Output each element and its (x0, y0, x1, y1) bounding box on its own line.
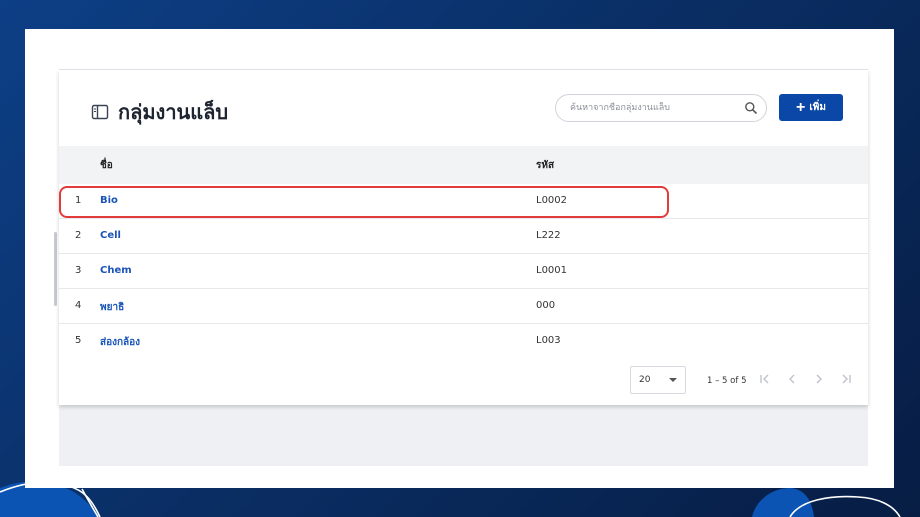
table-header: ชื่อ รหัส (59, 146, 868, 184)
sidebar-panel-icon (91, 103, 109, 121)
pagination-range: 1 – 5 of 5 (707, 376, 747, 386)
table-row[interactable]: 2 Cell L222 (59, 219, 868, 254)
search-icon[interactable] (744, 101, 758, 115)
row-name-link[interactable]: Bio (100, 195, 118, 206)
caret-down-icon (669, 378, 677, 382)
row-code: L003 (536, 335, 561, 346)
lab-group-card: กลุ่มงานแล็บ + เพิ่ม ชื่อ รหัส 1 Bio L00 (59, 70, 868, 405)
row-name-link[interactable]: พยาธิ (100, 300, 124, 315)
table-row[interactable]: 4 พยาธิ 000 (59, 289, 868, 324)
row-code: L0002 (536, 195, 568, 206)
add-lab-group-button[interactable]: + เพิ่ม (779, 94, 843, 121)
column-header-name[interactable]: ชื่อ (100, 158, 113, 173)
table-body: 1 Bio L0002 2 Cell L222 3 Chem L0001 4 พ… (59, 184, 868, 358)
row-code: L222 (536, 230, 561, 241)
row-code: 000 (536, 300, 556, 311)
page-size-value: 20 (639, 375, 651, 385)
lab-group-page: กลุ่มงานแล็บ + เพิ่ม ชื่อ รหัส 1 Bio L00 (59, 69, 868, 466)
first-page-icon[interactable] (757, 371, 773, 387)
plus-icon: + (796, 98, 806, 116)
search-box[interactable] (555, 94, 767, 122)
table-row[interactable]: 3 Chem L0001 (59, 254, 868, 289)
page-title: กลุ่มงานแล็บ (118, 100, 229, 124)
row-index: 4 (75, 300, 82, 311)
row-index: 2 (75, 230, 82, 241)
row-index: 1 (75, 195, 82, 206)
column-header-code[interactable]: รหัส (536, 158, 554, 173)
add-button-label: เพิ่ม (809, 102, 826, 113)
chevron-left-icon[interactable] (784, 371, 800, 387)
row-name-link[interactable]: Cell (100, 230, 121, 241)
chevron-right-icon[interactable] (811, 371, 827, 387)
table-row[interactable]: 1 Bio L0002 (59, 184, 868, 219)
search-input[interactable] (568, 102, 744, 114)
page-size-select[interactable]: 20 (630, 366, 686, 394)
page-header: กลุ่มงานแล็บ (91, 96, 228, 128)
row-name-link[interactable]: Chem (100, 265, 132, 276)
row-index: 3 (75, 265, 82, 276)
row-name-link[interactable]: ส่องกล้อง (100, 335, 140, 350)
row-index: 5 (75, 335, 82, 346)
row-code: L0001 (536, 265, 568, 276)
last-page-icon[interactable] (838, 371, 854, 387)
scrollbar-thumb[interactable] (54, 232, 57, 306)
table-row[interactable]: 5 ส่องกล้อง L003 (59, 324, 868, 358)
